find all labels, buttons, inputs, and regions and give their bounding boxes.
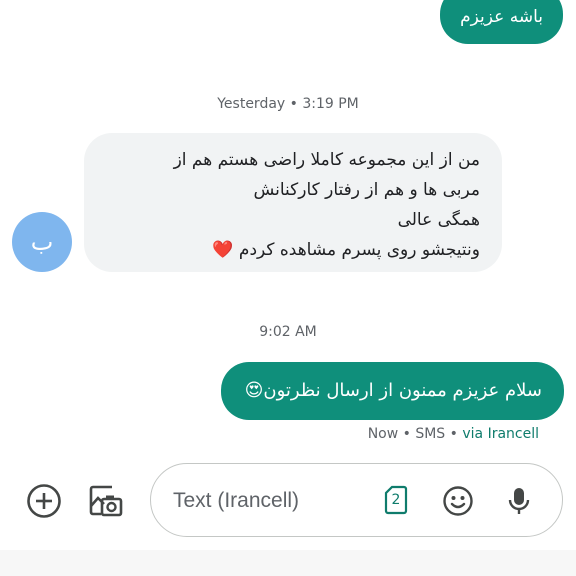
time-divider: 9:02 AM xyxy=(259,324,317,340)
date-divider: Yesterday • 3:19 PM xyxy=(217,96,359,112)
message-text: سلام عزیزم ممنون از ارسال نظرتون😍 xyxy=(244,380,542,401)
navigation-bar xyxy=(0,550,576,576)
message-composer[interactable]: 2 xyxy=(150,463,563,537)
message-input[interactable] xyxy=(171,482,375,520)
sim-selector-button[interactable]: 2 xyxy=(381,482,411,518)
microphone-icon xyxy=(508,488,530,514)
sim-number: 2 xyxy=(391,492,401,508)
message-status-text: Now • SMS • xyxy=(367,426,463,442)
voice-input-button[interactable] xyxy=(501,483,537,519)
avatar-letter: ب xyxy=(30,228,54,256)
add-attachment-button[interactable] xyxy=(24,481,64,521)
message-status: Now • SMS • via Irancell xyxy=(368,426,539,442)
gallery-icon xyxy=(89,485,123,517)
message-line: من از این مجموعه کاملا راضی هستم هم از xyxy=(173,150,480,170)
message-line: مربی ها و هم از رفتار کارکنانش xyxy=(253,180,480,200)
avatar[interactable]: ب xyxy=(12,212,72,272)
message-text: باشه عزیزم xyxy=(460,7,543,27)
gallery-button[interactable] xyxy=(86,481,126,521)
message-line: همگی عالی xyxy=(397,210,480,230)
carrier-label: via Irancell xyxy=(462,426,539,442)
message-line: ونتیجشو روی پسرم مشاهده کردم ❤️ xyxy=(212,240,480,260)
emoji-icon xyxy=(443,486,473,516)
outgoing-message-bubble-previous[interactable]: باشه عزیزم xyxy=(440,0,563,44)
add-circle-icon xyxy=(27,484,61,518)
incoming-message-bubble[interactable]: من از این مجموعه کاملا راضی هستم هم از م… xyxy=(84,133,502,272)
emoji-button[interactable] xyxy=(440,483,476,519)
outgoing-message-bubble[interactable]: سلام عزیزم ممنون از ارسال نظرتون😍 xyxy=(220,362,564,420)
